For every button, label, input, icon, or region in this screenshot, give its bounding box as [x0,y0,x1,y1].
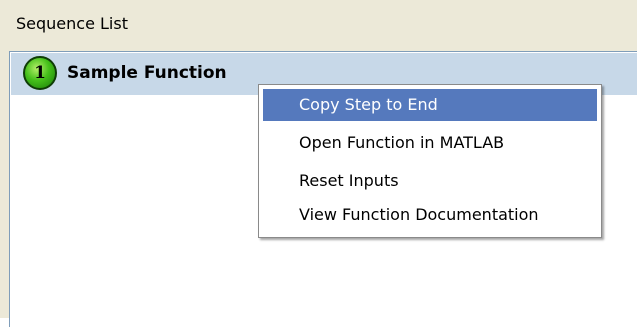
menu-item-reset-inputs[interactable]: Reset Inputs [263,165,597,197]
context-menu: Copy Step to End Open Function in MATLAB… [258,84,602,238]
menu-item-open-function-in-matlab[interactable]: Open Function in MATLAB [263,127,597,159]
panel-title: Sequence List [16,14,128,33]
step-name: Sample Function [67,63,227,83]
menu-item-view-function-documentation[interactable]: View Function Documentation [263,199,597,231]
step-number-badge-icon: 1 [23,56,57,90]
menu-item-copy-step-to-end[interactable]: Copy Step to End [263,89,597,121]
step-number: 1 [34,63,46,83]
